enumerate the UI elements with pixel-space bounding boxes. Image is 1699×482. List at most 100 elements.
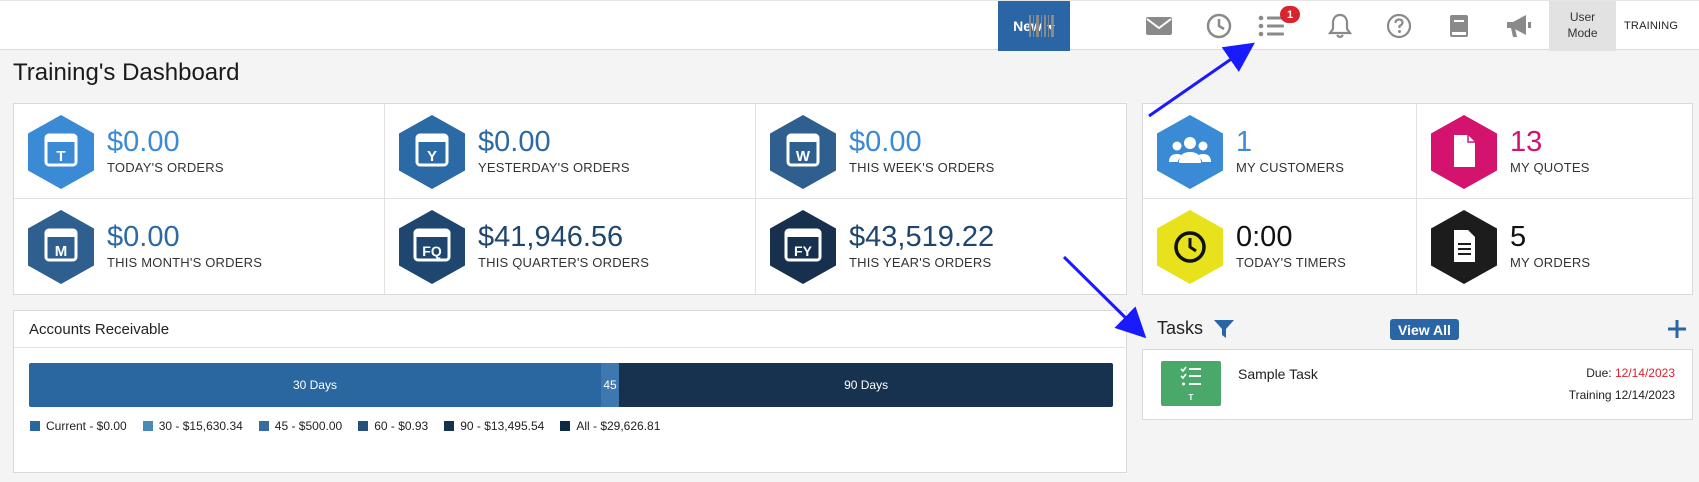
due-date: 12/14/2023 xyxy=(1614,366,1675,380)
stat-label: TODAY'S TIMERS xyxy=(1236,255,1347,270)
stat-value: $0.00 xyxy=(849,126,922,158)
stat-value: $0.00 xyxy=(107,221,180,253)
stat-label: MY ORDERS xyxy=(1510,255,1591,270)
task-list-icon: T xyxy=(1161,361,1221,406)
svg-text:FY: FY xyxy=(794,243,813,259)
top-navigation-bar: New 1 User Mode TRAINING xyxy=(0,0,1699,51)
task-item[interactable]: T Sample Task Due: 12/14/2023 Training 1… xyxy=(1142,349,1693,420)
stat-label: THIS WEEK'S ORDERS xyxy=(849,160,995,175)
stat-todays-timers[interactable]: 0:00 TODAY'S TIMERS xyxy=(1143,199,1417,294)
calendar-y-icon: Y xyxy=(399,115,465,189)
stat-label: MY CUSTOMERS xyxy=(1236,160,1345,175)
calendar-t-icon: T xyxy=(28,115,94,189)
notification-badge: 1 xyxy=(1280,6,1300,23)
customers-icon xyxy=(1157,115,1223,189)
order-document-icon xyxy=(1431,210,1497,284)
svg-text:FQ: FQ xyxy=(422,243,442,259)
legend-label: 45 - $500.00 xyxy=(274,419,343,433)
bell-icon[interactable] xyxy=(1323,9,1357,43)
stat-months-orders[interactable]: M $0.00 THIS MONTH'S ORDERS xyxy=(14,199,385,294)
stat-my-quotes[interactable]: 13 MY QUOTES xyxy=(1417,104,1694,199)
legend-label: 30 - $15,630.34 xyxy=(158,419,243,433)
stat-value: $43,519.22 xyxy=(849,221,995,253)
calendar-fq-icon: FQ xyxy=(399,210,465,284)
ar-legend: Current - $0.00 30 - $15,630.34 45 - $50… xyxy=(30,419,660,433)
stat-weeks-orders[interactable]: W $0.00 THIS WEEK'S ORDERS xyxy=(756,104,1128,199)
stat-value: $0.00 xyxy=(107,126,180,158)
calendar-w-icon: W xyxy=(770,115,836,189)
stat-years-orders[interactable]: FY $43,519.22 THIS YEAR'S ORDERS xyxy=(756,199,1128,294)
stat-value: 5 xyxy=(1510,221,1527,253)
user-name[interactable]: TRAINING xyxy=(1624,1,1678,51)
stat-yesterdays-orders[interactable]: Y $0.00 YESTERDAY'S ORDERS xyxy=(385,104,756,199)
stat-my-customers[interactable]: 1 MY CUSTOMERS xyxy=(1143,104,1417,199)
legend-swatch xyxy=(358,421,369,431)
accounts-receivable-panel: Accounts Receivable 30 Days 45 90 Days C… xyxy=(13,310,1127,473)
legend-label: 90 - $13,495.54 xyxy=(460,419,545,433)
user-mode-line2: Mode xyxy=(1567,26,1598,40)
mail-icon[interactable] xyxy=(1142,9,1176,43)
stat-label: THIS QUARTER'S ORDERS xyxy=(478,255,650,270)
add-task-icon[interactable] xyxy=(1665,317,1689,341)
svg-text:M: M xyxy=(55,243,68,260)
stat-value: $41,946.56 xyxy=(478,221,624,253)
legend-label: All - $29,626.81 xyxy=(576,419,661,433)
legend-label: Current - $0.00 xyxy=(46,419,127,433)
user-mode-toggle[interactable]: User Mode xyxy=(1549,1,1616,51)
stat-label: MY QUOTES xyxy=(1510,160,1590,175)
barcode-icon[interactable] xyxy=(1025,9,1059,43)
clock-icon[interactable] xyxy=(1202,9,1236,43)
ar-stacked-bar: 30 Days 45 90 Days xyxy=(29,363,1113,407)
legend-swatch xyxy=(444,421,455,431)
stat-todays-orders[interactable]: T $0.00 TODAY'S ORDERS xyxy=(14,104,385,199)
stat-value: 13 xyxy=(1510,126,1543,158)
legend-60[interactable]: 60 - $0.93 xyxy=(358,419,428,433)
due-label: Due: xyxy=(1586,366,1612,380)
user-mode-line1: User xyxy=(1569,10,1596,24)
legend-current[interactable]: Current - $0.00 xyxy=(30,419,127,433)
my-summary-panel: 1 MY CUSTOMERS 13 MY QUOTES 0:00 TODAY'S… xyxy=(1142,103,1694,295)
tasks-title: Tasks xyxy=(1157,318,1204,338)
stat-label: YESTERDAY'S ORDERS xyxy=(478,160,630,175)
calendar-fy-icon: FY xyxy=(770,210,836,284)
view-all-tasks-button[interactable]: View All xyxy=(1390,319,1459,340)
stat-label: TODAY'S ORDERS xyxy=(107,160,224,175)
svg-text:Y: Y xyxy=(427,148,437,165)
stat-label: THIS YEAR'S ORDERS xyxy=(849,255,992,270)
orders-summary-panel: T $0.00 TODAY'S ORDERS Y $0.00 YESTERDAY… xyxy=(13,103,1128,295)
stat-quarters-orders[interactable]: FQ $41,946.56 THIS QUARTER'S ORDERS xyxy=(385,199,756,294)
timer-clock-icon xyxy=(1157,210,1223,284)
ar-segment-90-days[interactable]: 90 Days xyxy=(619,363,1113,407)
divider xyxy=(14,347,1126,348)
legend-all[interactable]: All - $29,626.81 xyxy=(560,419,660,433)
legend-label: 60 - $0.93 xyxy=(374,419,429,433)
svg-text:T: T xyxy=(1189,393,1194,402)
ar-segment-45-days[interactable]: 45 xyxy=(600,363,620,407)
legend-90[interactable]: 90 - $13,495.54 xyxy=(444,419,544,433)
legend-45[interactable]: 45 - $500.00 xyxy=(258,419,343,433)
legend-swatch xyxy=(258,421,269,431)
megaphone-icon[interactable] xyxy=(1502,9,1536,43)
stat-value: 1 xyxy=(1236,126,1253,158)
help-icon[interactable] xyxy=(1382,9,1416,43)
quote-document-icon xyxy=(1431,115,1497,189)
ar-segment-30-days[interactable]: 30 Days xyxy=(29,363,601,407)
task-assignee: Training 12/14/2023 xyxy=(1568,388,1675,402)
svg-text:T: T xyxy=(56,148,65,165)
calendar-m-icon: M xyxy=(28,210,94,284)
book-icon[interactable] xyxy=(1442,9,1476,43)
stat-value: $0.00 xyxy=(478,126,551,158)
ar-title: Accounts Receivable xyxy=(29,321,170,338)
svg-text:W: W xyxy=(796,148,811,165)
stat-value: 0:00 xyxy=(1236,221,1293,253)
stat-label: THIS MONTH'S ORDERS xyxy=(107,255,263,270)
filter-icon[interactable] xyxy=(1213,319,1235,339)
task-name[interactable]: Sample Task xyxy=(1238,366,1318,382)
legend-swatch xyxy=(30,421,40,431)
legend-swatch xyxy=(560,421,571,431)
stat-my-orders[interactable]: 5 MY ORDERS xyxy=(1417,199,1694,294)
page-title: Training's Dashboard xyxy=(13,59,240,86)
task-due: Due: 12/14/2023 xyxy=(1586,366,1675,380)
legend-30[interactable]: 30 - $15,630.34 xyxy=(142,419,243,433)
legend-swatch xyxy=(142,421,153,431)
